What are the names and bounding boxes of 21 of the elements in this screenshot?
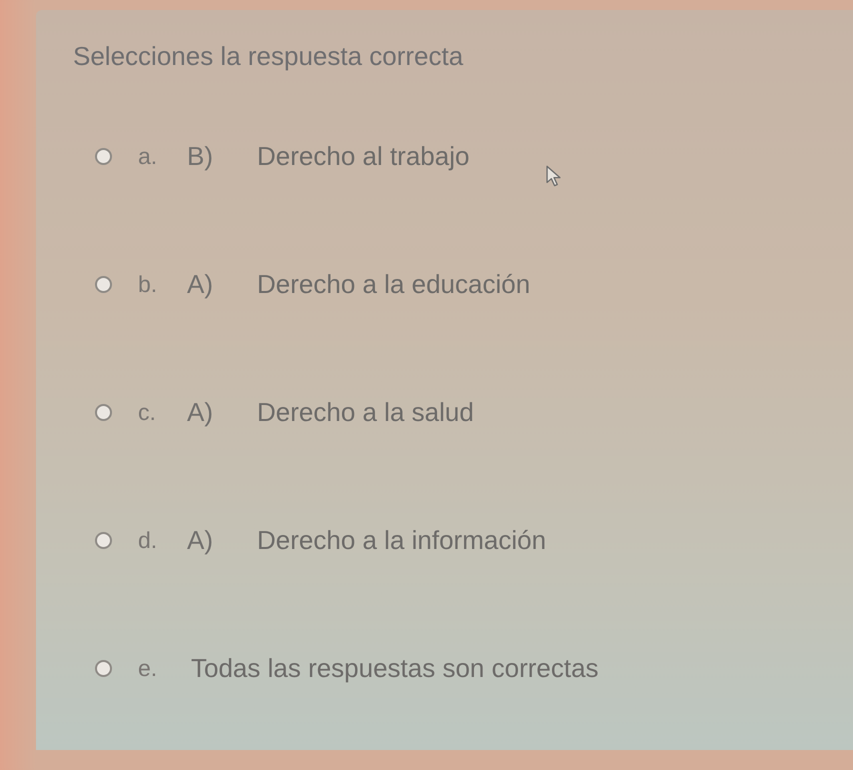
- radio-button[interactable]: [95, 148, 112, 164]
- radio-button[interactable]: [95, 276, 112, 292]
- option-prefix: A): [187, 396, 214, 428]
- mouse-pointer-icon: [546, 165, 561, 187]
- option-text: Derecho a la información: [257, 524, 546, 556]
- option-letter: e.: [138, 654, 158, 682]
- option-text: Todas las respuestas son correctas: [191, 652, 599, 684]
- option-letter: a.: [138, 142, 158, 170]
- radio-button[interactable]: [95, 404, 112, 420]
- option-letter: c.: [138, 398, 157, 426]
- option-prefix: A): [187, 524, 214, 556]
- option-prefix: B): [187, 140, 214, 172]
- option-text: Derecho a la salud: [257, 396, 474, 428]
- radio-button[interactable]: [95, 660, 112, 676]
- option-prefix: A): [187, 268, 214, 300]
- option-letter: b.: [138, 270, 158, 298]
- option-text: Derecho a la educación: [257, 268, 530, 300]
- radio-button[interactable]: [95, 532, 112, 548]
- option-letter: d.: [138, 526, 158, 554]
- question-title: Selecciones la respuesta correcta: [73, 40, 464, 72]
- option-text: Derecho al trabajo: [257, 140, 470, 172]
